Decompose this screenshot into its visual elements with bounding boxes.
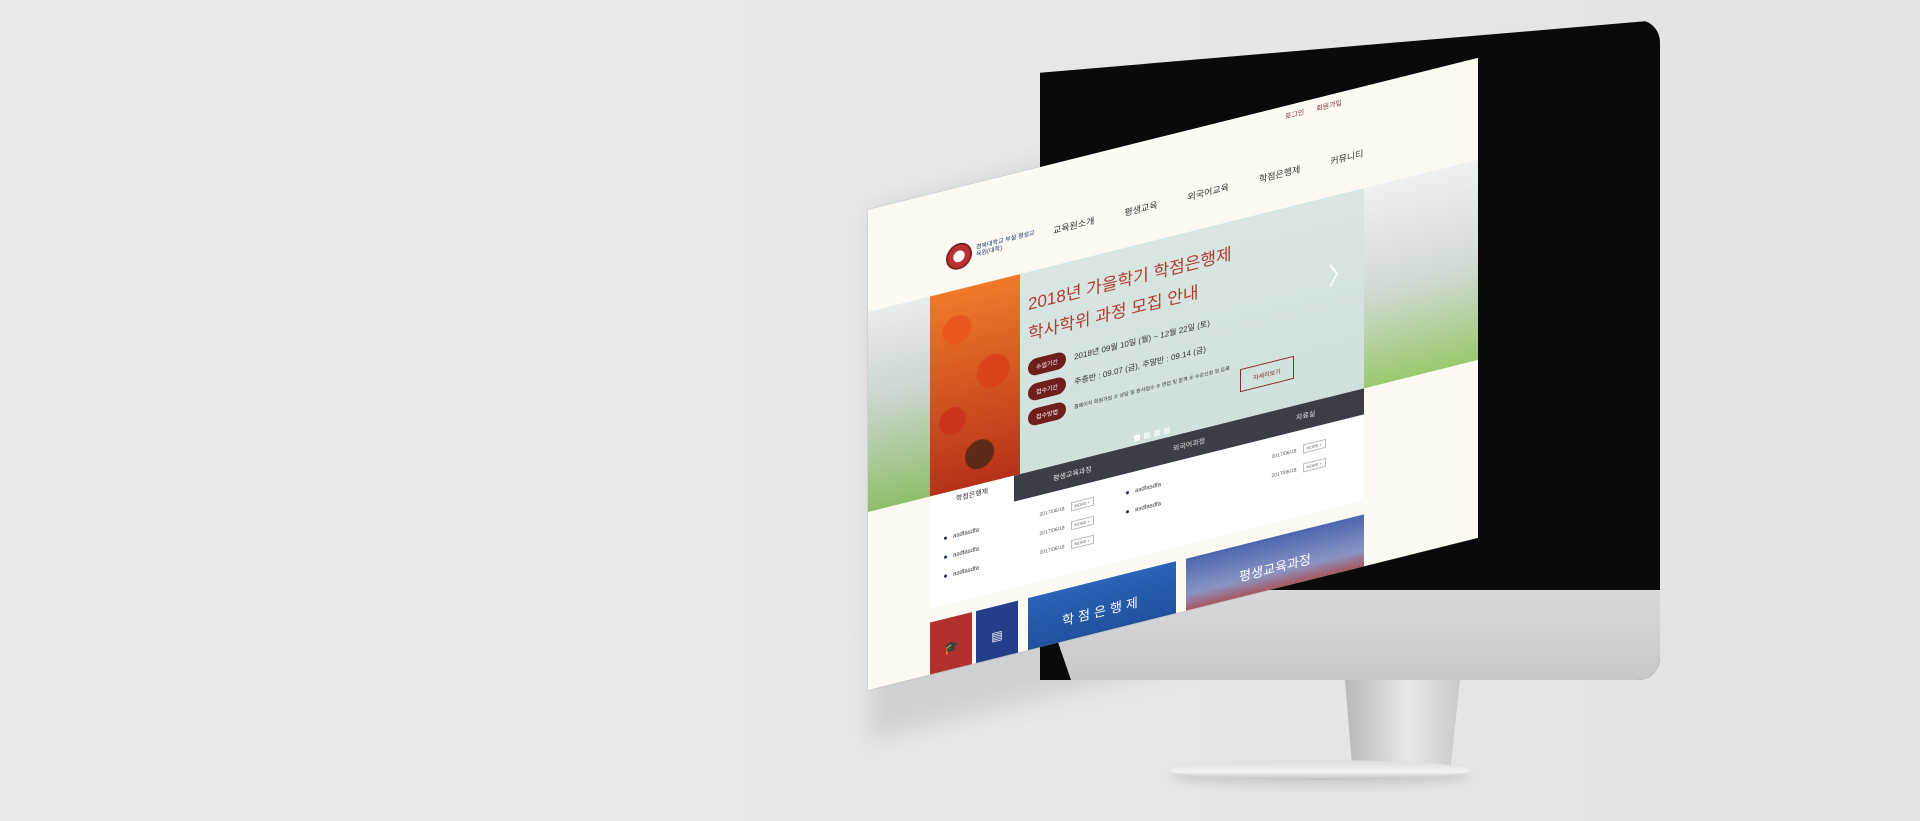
login-link[interactable]: 로그인 <box>1285 107 1304 122</box>
autumn-leaves-image <box>930 274 1020 497</box>
more-button[interactable]: MORE + <box>1070 496 1094 512</box>
more-button[interactable]: MORE + <box>1302 457 1326 473</box>
site-logo[interactable]: 경북대학교 부설 평생교육원(대학) <box>946 224 1036 273</box>
more-button[interactable]: MORE + <box>1070 534 1094 550</box>
logo-emblem-icon <box>946 240 972 273</box>
hero-dot-4[interactable] <box>1164 426 1170 435</box>
hero-more-button[interactable]: 자세히보기 <box>1240 355 1294 393</box>
hero-dot-1[interactable] <box>1134 434 1140 442</box>
bullet-icon <box>944 574 947 579</box>
hero-dot-3[interactable] <box>1154 429 1160 437</box>
nav-item-about[interactable]: 교육원소개 <box>1053 214 1094 237</box>
monitor-stand-neck <box>1345 680 1460 765</box>
join-link[interactable]: 회원가입 <box>1316 98 1342 114</box>
list-item-date: 2017/06/18 <box>1039 524 1065 537</box>
bullet-icon <box>944 555 947 560</box>
more-button[interactable]: MORE + <box>1302 438 1326 454</box>
monitor-stand-base <box>1170 760 1470 780</box>
nav-item-credit-bank[interactable]: 학점은행제 <box>1259 162 1300 185</box>
list-item-date: 2017/06/18 <box>1271 447 1297 460</box>
bullet-icon <box>944 536 947 541</box>
logo-text: 경북대학교 부설 평생교육원(대학) <box>976 230 1035 259</box>
nav-item-language[interactable]: 외국어교육 <box>1188 180 1229 203</box>
application-pill: 접수기간 <box>1028 375 1067 403</box>
nav-item-lifelong[interactable]: 평생교육 <box>1124 198 1157 219</box>
hero-next-arrow-icon[interactable]: 〉 <box>1328 251 1352 292</box>
bullet-icon <box>1126 509 1129 514</box>
hero-dot-2[interactable] <box>1144 431 1150 440</box>
more-button[interactable]: MORE + <box>1070 515 1094 531</box>
period-pill: 수업기간 <box>1028 350 1067 378</box>
list-item-date: 2017/06/18 <box>1271 466 1297 479</box>
hero-right-image <box>1364 159 1478 389</box>
list-item-date: 2017/06/18 <box>1039 505 1065 518</box>
bullet-icon <box>1126 490 1129 495</box>
method-pill: 접수방법 <box>1028 400 1067 428</box>
list-item-date: 2017/06/18 <box>1039 543 1065 556</box>
nav-item-community[interactable]: 커뮤니티 <box>1330 146 1363 167</box>
left-list: asdfasdfa 2017/06/18 MORE + asdfasdfa 20… <box>944 492 1094 586</box>
hero-left-image <box>868 296 930 512</box>
